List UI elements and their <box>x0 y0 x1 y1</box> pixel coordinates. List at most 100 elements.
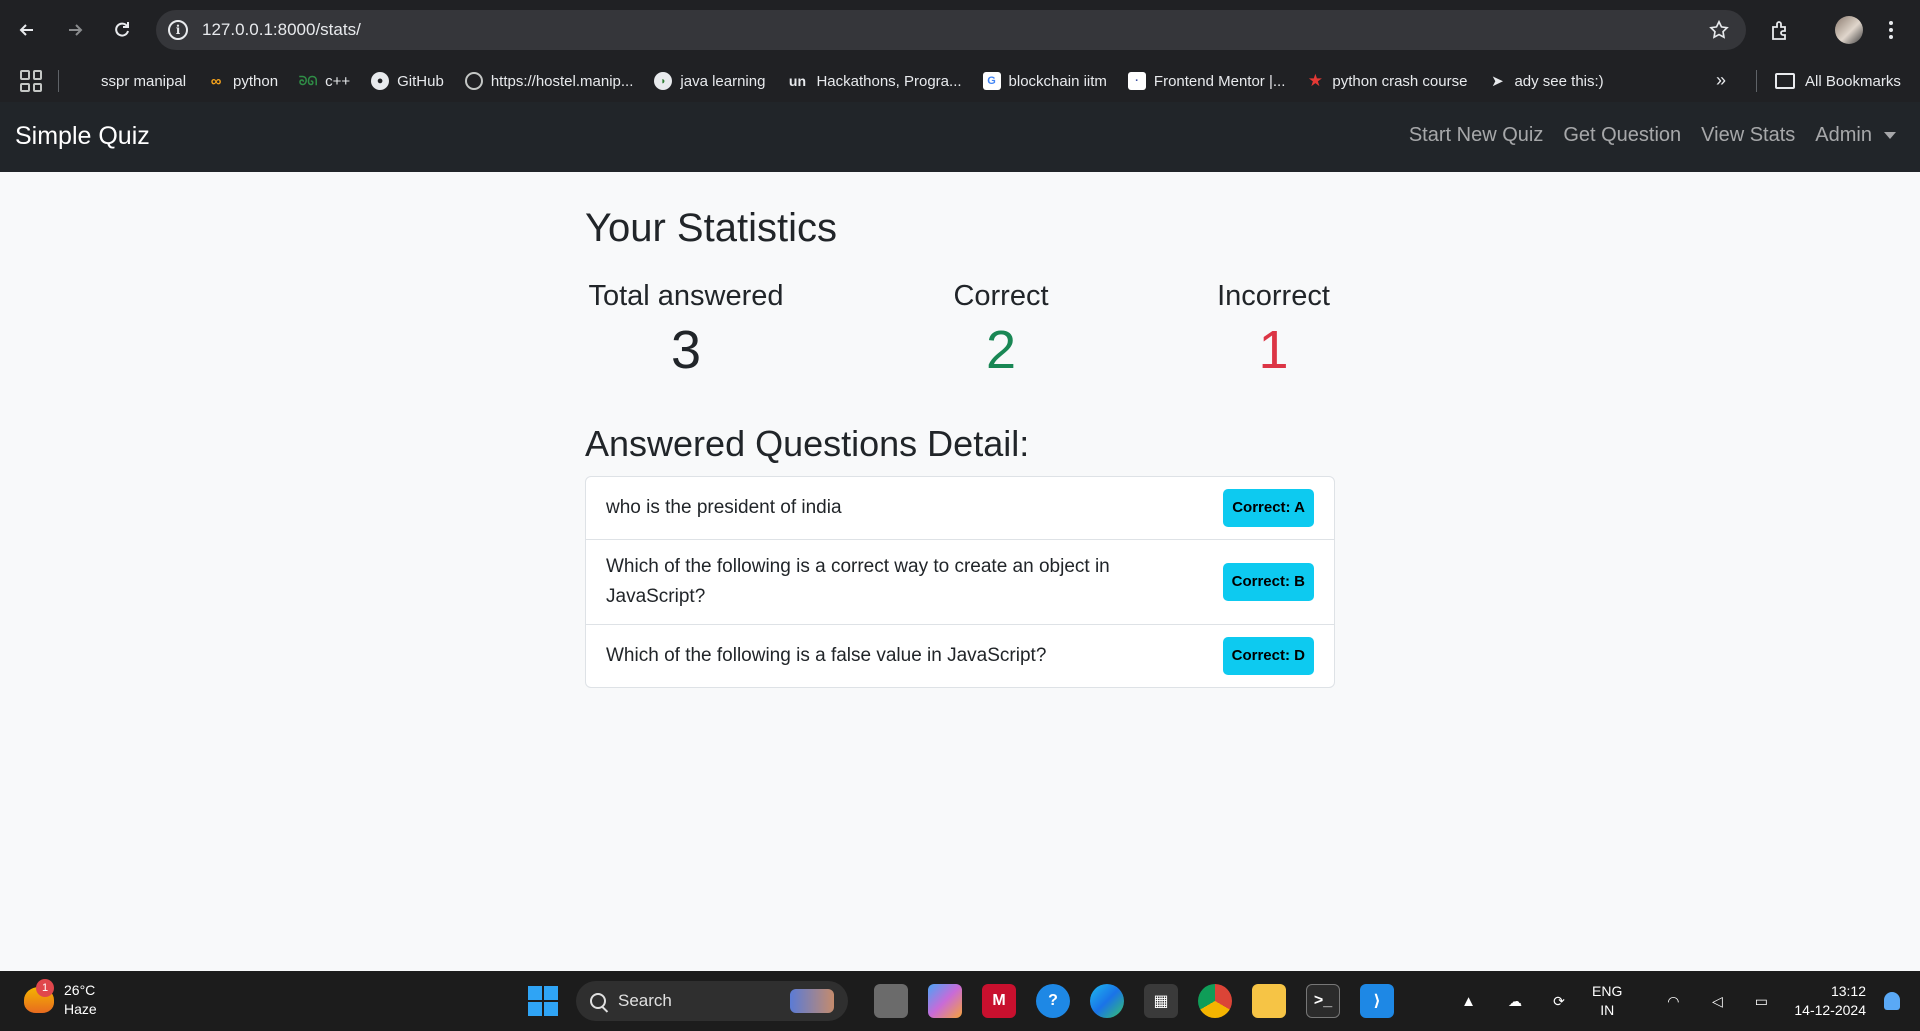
stat-incorrect: Incorrect 1 <box>1212 280 1335 381</box>
navbar-brand[interactable]: Simple Quiz <box>15 122 150 151</box>
arrow-icon: ➤ <box>1491 73 1504 90</box>
windows-start-icon[interactable] <box>528 986 558 1016</box>
weather-notification-badge: 1 <box>36 979 54 997</box>
bookmark-label: java learning <box>680 72 766 90</box>
help-icon[interactable]: ? <box>1036 984 1070 1018</box>
caret-down-icon <box>1884 132 1896 139</box>
edge-icon[interactable] <box>1090 984 1124 1018</box>
volume-icon[interactable]: ◁ <box>1706 990 1728 1012</box>
correct-answer-badge: Correct: D <box>1222 637 1314 675</box>
search-highlight-image <box>790 989 834 1013</box>
back-icon[interactable] <box>9 12 45 48</box>
reload-icon[interactable] <box>104 12 140 48</box>
mcafee-icon[interactable]: M <box>982 984 1016 1018</box>
bookmark-python[interactable]: ∞ python <box>207 72 278 90</box>
system-tray: ▲ ☁ ⟳ ENG IN ◠ ◁ ▭ 13:12 14-12-2024 <box>1461 971 1920 1031</box>
menu-kebab-icon[interactable] <box>1876 12 1906 48</box>
notification-bell-icon[interactable] <box>1884 992 1900 1010</box>
frontend-mentor-icon: · <box>1127 72 1146 90</box>
more-bookmarks-icon[interactable]: » <box>1716 70 1726 91</box>
bookmark-python-crash-course[interactable]: ★ python crash course <box>1306 71 1468 90</box>
terminal-icon[interactable]: >_ <box>1306 984 1340 1018</box>
list-item: Which of the following is a correct way … <box>586 540 1334 625</box>
wifi-icon[interactable]: ◠ <box>1662 990 1684 1012</box>
bookmark-blockchain-iitm[interactable]: G blockchain iitm <box>982 72 1107 90</box>
all-bookmarks-button[interactable]: All Bookmarks <box>1756 60 1901 102</box>
task-view-icon[interactable] <box>874 984 908 1018</box>
bookmark-cpp[interactable]: ᘐᘏ c++ <box>299 72 350 90</box>
stat-correct-value: 2 <box>985 320 1017 380</box>
correct-answer-badge: Correct: B <box>1222 563 1314 601</box>
nav-view-stats[interactable]: View Stats <box>1701 124 1795 147</box>
all-bookmarks-label: All Bookmarks <box>1805 72 1901 90</box>
stat-total-value: 3 <box>670 320 702 380</box>
language-code: ENG <box>1592 983 1623 999</box>
correct-answer-badge: Correct: A <box>1223 489 1314 527</box>
bookmark-java-learning[interactable]: ◗ java learning <box>654 72 765 90</box>
page-title: Your Statistics <box>585 206 837 250</box>
clock[interactable]: 13:12 14-12-2024 <box>1794 982 1866 1020</box>
stat-total: Total answered 3 <box>585 280 787 381</box>
weather-icon: 1 <box>24 979 54 1013</box>
onedrive-icon[interactable]: ☁ <box>1504 990 1526 1012</box>
folder-icon <box>1775 73 1795 89</box>
bookmark-label: python <box>233 72 279 90</box>
url-text[interactable]: 127.0.0.1:8000/stats/ <box>202 20 361 40</box>
extensions-icon[interactable] <box>1762 12 1798 48</box>
bookmarks-separator <box>58 70 59 92</box>
list-item: Which of the following is a false value … <box>586 625 1334 687</box>
weather-description: Haze <box>64 1001 97 1017</box>
site-navbar: Simple Quiz Start New Quiz Get Question … <box>0 102 1920 172</box>
globe-icon <box>464 72 483 90</box>
bookmark-frontend-mentor[interactable]: · Frontend Mentor |... <box>1127 72 1285 90</box>
stat-correct-label: Correct <box>953 280 1049 312</box>
nav-get-question[interactable]: Get Question <box>1563 124 1681 147</box>
unstop-icon: un <box>788 73 806 89</box>
codechef-icon: ∞ <box>210 72 222 90</box>
nav-start-new-quiz[interactable]: Start New Quiz <box>1409 124 1543 147</box>
bookmark-star-icon[interactable] <box>1708 19 1730 41</box>
chevron-up-icon[interactable]: ▲ <box>1461 993 1476 1010</box>
chrome-icon[interactable] <box>1198 984 1232 1018</box>
file-explorer-icon[interactable] <box>1252 984 1286 1018</box>
detail-section-title: Answered Questions Detail: <box>585 423 1030 464</box>
bookmark-label: https://hostel.manip... <box>490 72 634 90</box>
bookmark-hostel[interactable]: https://hostel.manip... <box>464 72 634 90</box>
taskbar-search-label: Search <box>618 991 672 1010</box>
nav-admin-dropdown[interactable]: Admin <box>1815 124 1896 147</box>
address-bar[interactable]: i 127.0.0.1:8000/stats/ <box>156 10 1746 50</box>
profile-avatar[interactable] <box>1835 16 1863 44</box>
bookmark-label: sspr manipal <box>101 72 187 90</box>
copilot-icon[interactable] <box>928 984 962 1018</box>
battery-icon[interactable]: ▭ <box>1750 990 1772 1012</box>
bookmark-github[interactable]: ● GitHub <box>371 72 444 90</box>
sync-icon[interactable]: ⟳ <box>1548 990 1570 1012</box>
stat-incorrect-label: Incorrect <box>1217 280 1330 312</box>
taskbar-apps: Search M ? ▦ >_ ⟩ <box>528 979 1404 1023</box>
microsoft-store-icon[interactable]: ▦ <box>1144 984 1178 1018</box>
question-text: Which of the following is a correct way … <box>606 556 1110 607</box>
google-forms-icon: G <box>982 72 1001 90</box>
windows-taskbar: 1 26°C Haze Search M ? ▦ >_ ⟩ ▲ ☁ ⟳ ENG … <box>0 971 1920 1031</box>
weather-widget[interactable]: 1 26°C Haze <box>24 979 97 1019</box>
forward-icon[interactable] <box>57 12 93 48</box>
search-icon <box>590 993 606 1009</box>
bookmark-sspr-manipal[interactable]: sspr manipal <box>75 72 186 90</box>
site-info-icon[interactable]: i <box>168 20 188 40</box>
bookmark-label: ady see this:) <box>1514 72 1604 90</box>
bird-icon: ◗ <box>654 72 673 90</box>
apps-grid-icon[interactable] <box>20 70 42 92</box>
question-text: Which of the following is a false value … <box>606 645 1047 666</box>
nav-admin-label: Admin <box>1815 124 1872 146</box>
stats-row: Total answered 3 Correct 2 Incorrect 1 <box>585 280 1335 400</box>
stat-incorrect-value: 1 <box>1258 320 1289 380</box>
vscode-icon[interactable]: ⟩ <box>1360 984 1394 1018</box>
weather-temperature: 26°C <box>64 982 96 998</box>
geeksforgeeks-icon: ᘐᘏ <box>298 73 318 88</box>
language-indicator[interactable]: ENG IN <box>1592 982 1622 1020</box>
taskbar-search[interactable]: Search <box>576 981 848 1021</box>
stat-total-label: Total answered <box>588 280 784 312</box>
bookmark-ady[interactable]: ➤ ady see this:) <box>1488 72 1604 91</box>
bookmark-hackathons[interactable]: un Hackathons, Progra... <box>786 72 962 90</box>
bookmark-label: python crash course <box>1332 72 1468 90</box>
